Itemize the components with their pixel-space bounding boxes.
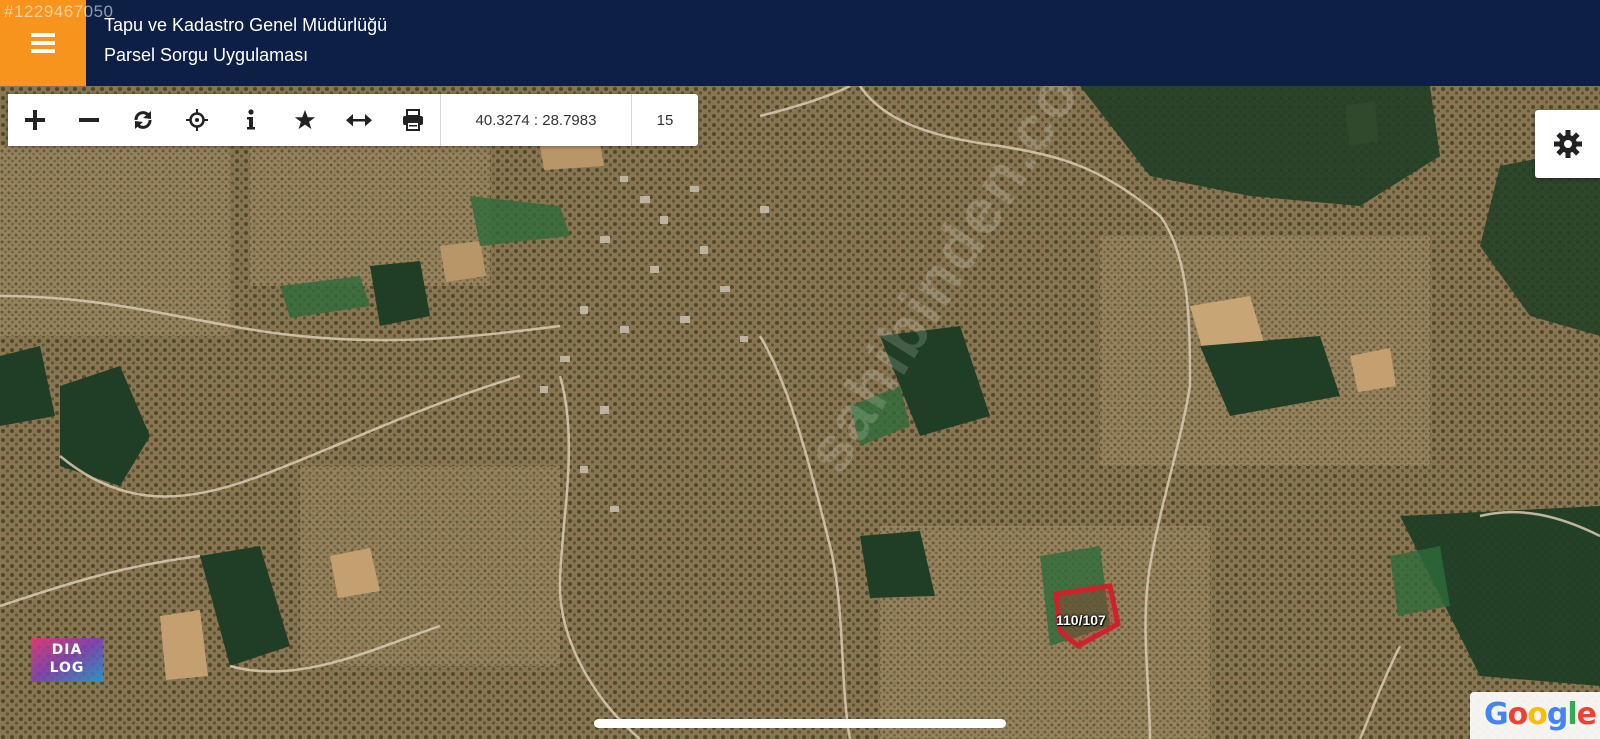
zoom-out-button[interactable] (62, 94, 116, 146)
zoom-level-display: 15 (631, 94, 698, 146)
app-title: Tapu ve Kadastro Genel Müdürlüğü (104, 15, 388, 35)
print-button[interactable] (386, 94, 440, 146)
minus-icon (79, 118, 99, 122)
print-icon (403, 109, 423, 131)
dialog-logo: DIA LOG (31, 638, 103, 688)
favorite-button[interactable] (278, 94, 332, 146)
crosshair-icon (186, 109, 208, 131)
info-button[interactable] (224, 94, 278, 146)
satellite-map[interactable]: sahibinden.com (0, 86, 1600, 739)
map-toolbar: 40.3274 : 28.7983 15 (8, 94, 698, 146)
satellite-imagery (0, 86, 1600, 739)
refresh-icon (134, 111, 152, 129)
settings-button[interactable] (1535, 110, 1600, 178)
dialog-logo-line1: DIA (51, 642, 83, 658)
google-logo-text: Google (1484, 697, 1597, 732)
plus-icon (25, 110, 45, 130)
home-indicator[interactable] (594, 719, 1006, 728)
measure-button[interactable] (332, 94, 386, 146)
hamburger-icon (31, 33, 55, 53)
app-header: #1229467050 Tapu ve Kadastro Genel Müdür… (0, 0, 1600, 86)
app-subtitle: Parsel Sorgu Uygulaması (104, 45, 309, 65)
locate-button[interactable] (170, 94, 224, 146)
info-icon (247, 109, 255, 130)
refresh-button[interactable] (116, 94, 170, 146)
coordinates-display: 40.3274 : 28.7983 (440, 94, 631, 146)
measure-arrows-icon (346, 114, 372, 127)
gear-icon (1553, 130, 1582, 158)
google-attribution: Google (1470, 692, 1600, 739)
listing-id-watermark: #1229467050 (4, 2, 114, 21)
parcel-label[interactable]: 110/107 (1056, 612, 1106, 628)
zoom-in-button[interactable] (8, 94, 62, 146)
star-icon (294, 109, 316, 130)
dialog-logo-line2: LOG (49, 660, 85, 676)
